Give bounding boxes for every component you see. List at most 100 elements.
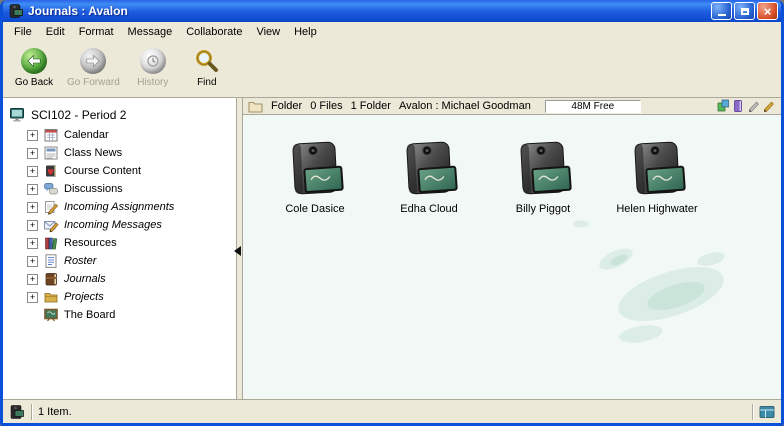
assignments-pencil-icon	[43, 199, 59, 215]
content-type-label: Folder	[271, 100, 302, 112]
folder-contents: Cole Dasice Edha Cloud Billy Piggot	[243, 115, 781, 399]
account-label: Avalon : Michael Goodman	[399, 100, 531, 112]
history-button[interactable]: History	[128, 45, 178, 88]
tree-item-incoming-messages[interactable]: Incoming Messages	[3, 216, 236, 234]
menu-collaborate[interactable]: Collaborate	[179, 23, 249, 41]
new-journal-icon[interactable]	[732, 99, 744, 113]
maximize-icon	[741, 8, 749, 15]
content-panel: Folder 0 Files 1 Folder Avalon : Michael…	[243, 98, 781, 399]
menu-view[interactable]: View	[249, 23, 287, 41]
journal-name: Edha Cloud	[400, 203, 458, 215]
tree-item-discussions[interactable]: Discussions	[3, 180, 236, 198]
tree-item-the-board[interactable]: The Board	[3, 306, 236, 324]
close-icon: ×	[764, 5, 772, 18]
discussions-icon	[43, 181, 59, 197]
journal-book-icon	[626, 141, 688, 202]
compose-pencil-icon[interactable]	[762, 99, 774, 113]
tree-item-label: Calendar	[64, 129, 109, 141]
history-sphere-icon	[139, 47, 167, 75]
menu-help[interactable]: Help	[287, 23, 324, 41]
journal-name: Helen Highwater	[616, 203, 697, 215]
projects-folder-icon	[43, 289, 59, 305]
journal-item[interactable]: Helen Highwater	[611, 141, 703, 215]
tree-item-label: Class News	[64, 147, 122, 159]
journal-status-icon	[9, 404, 25, 420]
tree-item-label: Resources	[64, 237, 117, 249]
title-bar: Journals : Avalon ×	[3, 0, 781, 22]
collapse-panel-icon[interactable]	[234, 246, 241, 256]
expand-toggle[interactable]	[27, 256, 38, 267]
navigation-tree: SCI102 - Period 2 Calendar Class News	[3, 98, 237, 399]
journal-book-icon	[43, 271, 59, 287]
tree-item-label: Projects	[64, 291, 104, 303]
new-item-icon[interactable]	[717, 99, 729, 113]
calendar-icon	[43, 127, 59, 143]
maximize-button[interactable]	[734, 2, 755, 20]
news-icon	[43, 145, 59, 161]
free-space-indicator: 48M Free	[545, 100, 641, 113]
go-back-button[interactable]: Go Back	[9, 45, 59, 88]
journal-book-icon	[398, 141, 460, 202]
tree-item-label: Incoming Messages	[64, 219, 162, 231]
header-actions	[717, 99, 776, 113]
journal-item[interactable]: Billy Piggot	[497, 141, 589, 215]
expand-toggle[interactable]	[27, 202, 38, 213]
find-button[interactable]: Find	[182, 45, 232, 88]
tree-root-label: SCI102 - Period 2	[31, 108, 126, 122]
minimize-icon	[718, 14, 726, 16]
tree-item-roster[interactable]: Roster	[3, 252, 236, 270]
expand-toggle[interactable]	[27, 130, 38, 141]
go-forward-button[interactable]: Go Forward	[63, 45, 124, 88]
expand-toggle[interactable]	[27, 292, 38, 303]
status-divider	[31, 404, 32, 420]
close-button[interactable]: ×	[757, 2, 778, 20]
tree-item-calendar[interactable]: Calendar	[3, 126, 236, 144]
journal-item[interactable]: Edha Cloud	[383, 141, 475, 215]
tree-item-journals[interactable]: Journals	[3, 270, 236, 288]
file-count: 0 Files	[310, 100, 342, 112]
main-area: SCI102 - Period 2 Calendar Class News	[3, 98, 781, 399]
expand-toggle[interactable]	[27, 274, 38, 285]
expand-toggle[interactable]	[27, 238, 38, 249]
map-watermark	[511, 204, 751, 354]
menu-file[interactable]: File	[7, 23, 39, 41]
menu-edit[interactable]: Edit	[39, 23, 72, 41]
tree-item-label: Course Content	[64, 165, 141, 177]
expand-toggle[interactable]	[27, 148, 38, 159]
tree-root-class[interactable]: SCI102 - Period 2	[3, 106, 236, 124]
window-controls: ×	[711, 2, 778, 20]
menu-bar: File Edit Format Message Collaborate Vie…	[3, 22, 781, 42]
tree-item-class-news[interactable]: Class News	[3, 144, 236, 162]
tree-item-course-content[interactable]: Course Content	[3, 162, 236, 180]
go-forward-label: Go Forward	[67, 77, 120, 88]
tree-item-incoming-assignments[interactable]: Incoming Assignments	[3, 198, 236, 216]
tree-item-label: Discussions	[64, 183, 123, 195]
status-bar: 1 Item.	[3, 399, 781, 423]
forward-arrow-sphere-icon	[79, 47, 107, 75]
minimize-button[interactable]	[711, 2, 732, 20]
tree-item-projects[interactable]: Projects	[3, 288, 236, 306]
find-magnifier-icon	[193, 47, 221, 75]
workspace-grid-icon[interactable]	[759, 404, 775, 420]
journal-app-icon	[8, 3, 24, 19]
menu-format[interactable]: Format	[72, 23, 121, 41]
edit-pencil-icon[interactable]	[747, 99, 759, 113]
expand-toggle[interactable]	[27, 184, 38, 195]
messages-pencil-icon	[43, 217, 59, 233]
tree-item-label: Roster	[64, 255, 96, 267]
toolbar: Go Back Go Forward History Find	[3, 42, 781, 98]
history-label: History	[137, 77, 168, 88]
expand-toggle[interactable]	[27, 220, 38, 231]
journal-name: Cole Dasice	[285, 203, 344, 215]
folder-count: 1 Folder	[351, 100, 391, 112]
expand-toggle[interactable]	[27, 166, 38, 177]
journal-item[interactable]: Cole Dasice	[269, 141, 361, 215]
menu-message[interactable]: Message	[121, 23, 180, 41]
course-content-icon	[43, 163, 59, 179]
app-window: Journals : Avalon × File Edit Format Mes…	[0, 0, 784, 426]
journal-book-icon	[512, 141, 574, 202]
class-monitor-icon	[9, 107, 25, 123]
roster-list-icon	[43, 253, 59, 269]
tree-item-resources[interactable]: Resources	[3, 234, 236, 252]
file-list: Cole Dasice Edha Cloud Billy Piggot	[269, 141, 703, 215]
